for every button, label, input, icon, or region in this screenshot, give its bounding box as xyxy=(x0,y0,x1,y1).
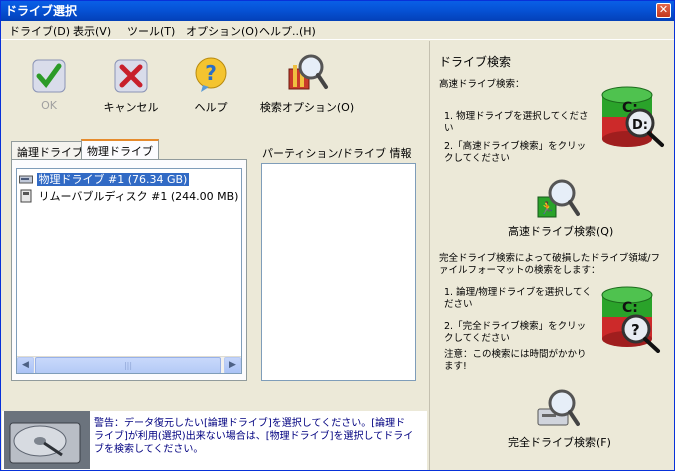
full-search-button[interactable] xyxy=(536,387,580,431)
tab-physical-drive[interactable]: 物理ドライブ xyxy=(81,139,159,160)
menu-view[interactable]: 表示(V) xyxy=(73,23,111,39)
scroll-left-icon[interactable]: ◀ xyxy=(17,357,34,373)
fast-search-label[interactable]: 高速ドライブ検索(Q) xyxy=(508,223,613,239)
help-icon: ? xyxy=(195,57,227,92)
cross-icon xyxy=(114,59,148,93)
search-options-icon xyxy=(288,54,328,90)
full-search-description: 完全ドライブ検索によって破損したドライブ領域/ファイルフォーマットの検索をします… xyxy=(439,253,660,276)
svg-text:?: ? xyxy=(205,61,217,85)
partition-info-label: パーティション/ドライブ 情報 xyxy=(262,147,412,160)
full-search-step-2: 2.「完全ドライブ検索」をクリックしてください xyxy=(444,321,587,344)
partition-info-box xyxy=(261,163,416,381)
physical-drive-pane: 物理ドライブ #1 (76.34 GB) リムーバブルディスク #1 (244.… xyxy=(11,159,247,381)
search-options-button[interactable]: 検索オプション(O) xyxy=(259,53,355,115)
cancel-label: キャンセル xyxy=(103,101,159,114)
scroll-thumb[interactable]: ||| xyxy=(35,357,221,373)
fast-search-button[interactable]: 🏃 xyxy=(536,177,580,221)
full-search-note: 注意：この検索には時間がかかります! xyxy=(444,349,587,372)
full-search-label[interactable]: 完全ドライブ検索(F) xyxy=(508,434,611,450)
removable-disk-icon xyxy=(20,189,32,203)
search-options-label: 検索オプション(O) xyxy=(259,101,355,114)
fast-search-drive-icon: C: D: xyxy=(601,86,664,147)
cancel-button[interactable]: キャンセル xyxy=(99,59,163,115)
drive-search-panel: ドライブ検索 高速ドライブ検索： 1. 物理ドライブを選択してください 2.「高… xyxy=(429,41,674,470)
tree-item-physical-drive-1[interactable]: 物理ドライブ #1 (76.34 GB) xyxy=(19,172,190,188)
tree-item-removable-disk-1[interactable]: リムーバブルディスク #1 (244.00 MB) xyxy=(19,189,240,205)
full-search-step-1: 1. 論理/物理ドライブを選択してください xyxy=(444,287,592,310)
full-search-icon xyxy=(537,389,580,426)
fast-search-step-1: 1. 物理ドライブを選択してください xyxy=(444,111,589,134)
warning-area: 警告：データ復元したい[論理ドライブ]を選択してください。[論理ドライブ]が利用… xyxy=(2,411,427,470)
scroll-right-icon[interactable]: ▶ xyxy=(224,357,241,373)
drive-tree[interactable]: 物理ドライブ #1 (76.34 GB) リムーバブルディスク #1 (244.… xyxy=(16,168,242,374)
title-bar[interactable]: ドライブ選択 ✕ xyxy=(1,1,674,21)
fast-search-heading: 高速ドライブ検索： xyxy=(439,79,525,90)
menu-drive[interactable]: ドライブ(D) xyxy=(9,23,70,39)
drive-search-title: ドライブ検索 xyxy=(439,55,512,69)
tab-logical-drive[interactable]: 論理ドライブ xyxy=(11,141,89,159)
menu-tools[interactable]: ツール(T) xyxy=(127,23,175,39)
ok-label: OK xyxy=(41,99,57,112)
menu-help[interactable]: ヘルプ..(H) xyxy=(259,23,316,39)
close-button[interactable]: ✕ xyxy=(656,3,671,18)
close-icon: ✕ xyxy=(658,3,669,16)
window-title: ドライブ選択 xyxy=(5,4,78,18)
fast-search-icon: 🏃 xyxy=(537,179,580,218)
full-search-drive-icon: C: ? xyxy=(601,286,660,353)
help-button[interactable]: ? ヘルプ xyxy=(189,57,233,115)
left-panel: OK キャンセル ? ヘルプ 検索オプション(O) 論理ドライブ 物理ドライブ … xyxy=(1,41,427,411)
drive-c-text-2: C: xyxy=(622,300,638,316)
svg-text:🏃: 🏃 xyxy=(540,201,555,215)
tree-horizontal-scrollbar[interactable]: ◀ ||| ▶ xyxy=(17,356,241,373)
checkmark-icon xyxy=(32,59,66,93)
fast-search-step-2: 2.「高速ドライブ検索」をクリックしてください xyxy=(444,141,587,164)
disk-platter-icon xyxy=(4,411,90,469)
drive-select-window: ドライブ選択 ✕ ドライブ(D) 表示(V) ツール(T) オプション(O) ヘ… xyxy=(0,0,675,471)
hard-drive-icon xyxy=(19,175,33,184)
help-label: ヘルプ xyxy=(194,101,228,114)
drive-d-text: D: xyxy=(632,118,648,133)
drive-unknown-text: ? xyxy=(631,321,640,339)
ok-button[interactable]: OK xyxy=(27,59,71,112)
warning-text: 警告：データ復元したい[論理ドライブ]を選択してください。[論理ドライブ]が利用… xyxy=(94,418,414,455)
menu-options[interactable]: オプション(O) xyxy=(186,23,258,39)
menu-bar: ドライブ(D) 表示(V) ツール(T) オプション(O) ヘルプ..(H) xyxy=(1,21,674,40)
